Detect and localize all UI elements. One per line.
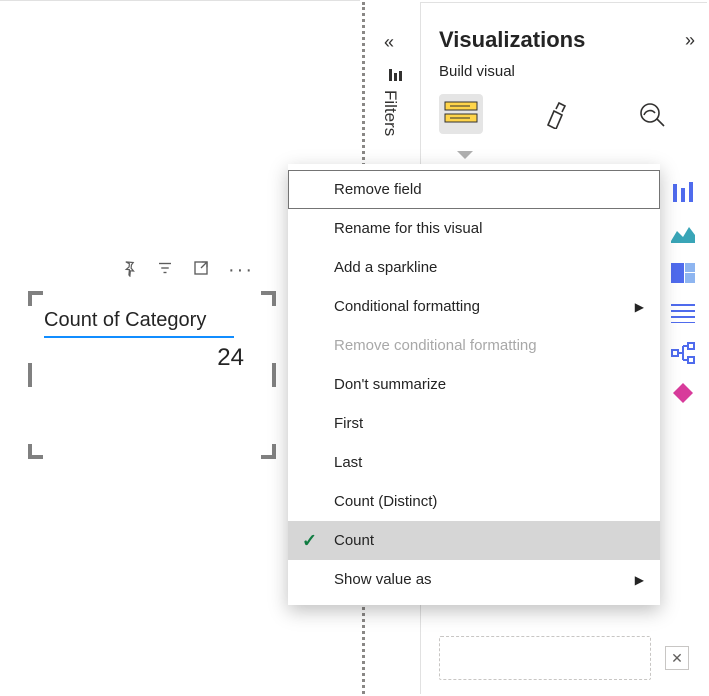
field-context-menu: Remove field Rename for this visual Add … xyxy=(288,164,660,605)
menu-rename-for-this-visual[interactable]: Rename for this visual xyxy=(288,209,660,248)
selection-handle[interactable] xyxy=(28,291,43,306)
menu-item-label: Add a sparkline xyxy=(334,259,437,276)
menu-last[interactable]: Last xyxy=(288,443,660,482)
build-visual-subtitle: Build visual xyxy=(421,59,707,90)
field-well-dropzone[interactable] xyxy=(439,636,651,680)
menu-first[interactable]: First xyxy=(288,404,660,443)
menu-add-sparkline[interactable]: Add a sparkline xyxy=(288,248,660,287)
selection-handle[interactable] xyxy=(272,363,276,387)
menu-item-label: Conditional formatting xyxy=(334,298,480,315)
menu-item-label: Show value as xyxy=(334,571,432,588)
fields-tab[interactable] xyxy=(439,94,483,134)
visual-type-gallery xyxy=(669,179,701,407)
checkmark-icon: ✓ xyxy=(302,530,317,551)
card-title: Count of Category xyxy=(32,295,272,336)
active-tab-pointer xyxy=(457,151,473,159)
pin-icon[interactable] xyxy=(120,259,138,280)
analytics-tab[interactable] xyxy=(631,94,675,134)
menu-item-label: First xyxy=(334,415,363,432)
card-visual[interactable]: Count of Category 24 xyxy=(32,295,272,455)
menu-item-label: Rename for this visual xyxy=(334,220,482,237)
menu-remove-conditional-formatting: Remove conditional formatting xyxy=(288,326,660,365)
menu-item-label: Count xyxy=(334,532,374,549)
menu-show-value-as[interactable]: Show value as ▶ xyxy=(288,560,660,599)
menu-item-label: Remove field xyxy=(334,181,422,198)
decomposition-tree-icon[interactable] xyxy=(669,339,697,367)
filter-icon[interactable] xyxy=(156,259,174,280)
menu-dont-summarize[interactable]: Don't summarize xyxy=(288,365,660,404)
visualizations-title: Visualizations xyxy=(439,27,585,53)
submenu-arrow-icon: ▶ xyxy=(635,573,644,587)
selection-handle[interactable] xyxy=(261,291,276,306)
submenu-arrow-icon: ▶ xyxy=(635,300,644,314)
treemap-icon[interactable] xyxy=(669,259,697,287)
menu-item-label: Don't summarize xyxy=(334,376,446,393)
selection-handle[interactable] xyxy=(261,444,276,459)
expand-filters-icon[interactable]: « xyxy=(384,32,394,53)
card-value: 24 xyxy=(32,338,272,372)
selection-handle[interactable] xyxy=(28,444,43,459)
format-tab[interactable] xyxy=(535,94,579,134)
stacked-bar-icon[interactable] xyxy=(669,179,697,207)
selection-handle[interactable] xyxy=(28,363,32,387)
menu-item-label: Remove conditional formatting xyxy=(334,337,537,354)
expand-pane-icon[interactable]: » xyxy=(685,30,695,51)
table-icon[interactable] xyxy=(669,299,697,327)
more-options-icon[interactable]: ··· xyxy=(228,263,254,277)
menu-remove-field[interactable]: Remove field xyxy=(288,170,660,209)
filters-icon xyxy=(388,68,404,85)
menu-item-label: Last xyxy=(334,454,362,471)
area-chart-icon[interactable] xyxy=(669,219,697,247)
menu-conditional-formatting[interactable]: Conditional formatting ▶ xyxy=(288,287,660,326)
menu-count-distinct[interactable]: Count (Distinct) xyxy=(288,482,660,521)
remove-field-button[interactable]: ✕ xyxy=(665,646,689,670)
menu-count[interactable]: ✓ Count xyxy=(288,521,660,560)
focus-mode-icon[interactable] xyxy=(192,259,210,280)
menu-item-label: Count (Distinct) xyxy=(334,493,437,510)
power-apps-icon[interactable] xyxy=(669,379,697,407)
build-visual-tabs xyxy=(421,90,707,148)
filters-label: Filters xyxy=(380,90,400,136)
visual-toolbar: ··· xyxy=(120,259,254,280)
